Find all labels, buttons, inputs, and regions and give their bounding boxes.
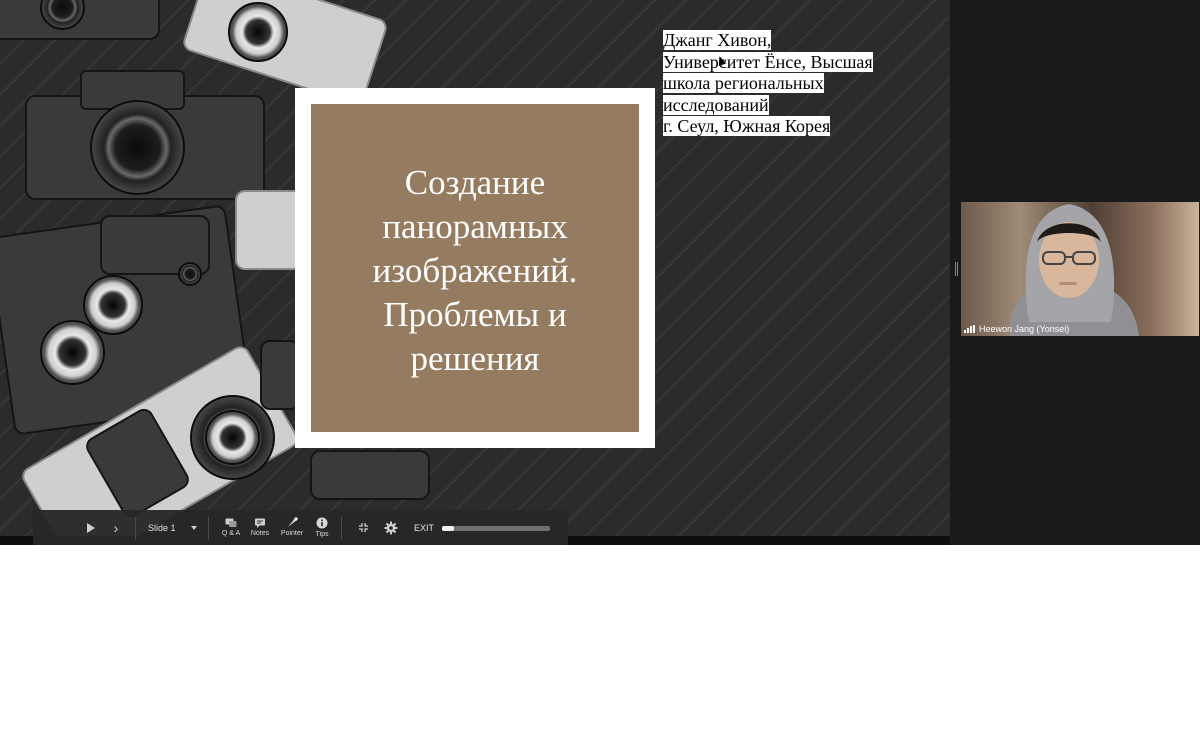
slide-title: Создание панорамных изображений. Проблем…: [372, 163, 578, 378]
tips-button[interactable]: Tips: [311, 510, 333, 545]
participant-name-badge: Heewon Jang (Yonsei): [961, 322, 1072, 336]
author-line: Джанг Хивон,: [663, 30, 772, 50]
notes-label: Notes: [250, 529, 270, 537]
author-line: исследований: [663, 94, 769, 115]
slide-title-frame: Создание панорамных изображений. Проблем…: [295, 88, 655, 448]
settings-button[interactable]: [381, 510, 401, 545]
slide-title-box: Создание панорамных изображений. Проблем…: [311, 104, 639, 432]
toolbar-divider: [208, 517, 209, 540]
next-icon: ›: [113, 519, 119, 536]
signal-icon: [964, 325, 975, 333]
play-icon: [87, 522, 95, 533]
exit-label: EXIT: [414, 522, 435, 533]
exit-fullscreen-icon: [358, 523, 368, 532]
next-slide-button[interactable]: ›: [107, 510, 125, 545]
slide-select-value: Slide 1: [148, 522, 176, 533]
author-line: Университет Ёнсе, Высшая: [663, 51, 873, 72]
notes-button[interactable]: Notes: [247, 510, 273, 545]
toolbar-divider: [341, 517, 342, 540]
qa-button[interactable]: Q & A: [219, 510, 243, 545]
author-info: Джанг Хивон, Университет Ёнсе, Высшая шк…: [663, 30, 903, 138]
notes-icon: [255, 518, 265, 528]
author-line: школа региональных: [663, 73, 824, 93]
qa-icon: [225, 518, 237, 527]
play-button[interactable]: [81, 510, 101, 545]
app-window: Создание панорамных изображений. Проблем…: [0, 0, 1200, 545]
pointer-label: Pointer: [280, 530, 304, 537]
pointer-icon: [288, 517, 298, 527]
participant-name: Heewon Jang (Yonsei): [979, 324, 1070, 334]
pane-resize-handle[interactable]: [955, 262, 958, 276]
tips-label: Tips: [315, 530, 329, 538]
dropdown-arrow-icon: [191, 526, 197, 530]
info-icon: [316, 517, 328, 528]
pointer-button[interactable]: Pointer: [277, 510, 307, 545]
participant-video-image: [1009, 204, 1139, 336]
author-line: г. Сеул, Южная Корея: [663, 116, 831, 136]
slide-progress-bar[interactable]: [442, 526, 550, 531]
exit-button[interactable]: EXIT: [414, 510, 434, 545]
exit-fullscreen-button[interactable]: [354, 510, 372, 545]
qa-label: Q & A: [221, 529, 241, 537]
presentation-slide[interactable]: Создание панорамных изображений. Проблем…: [0, 0, 950, 545]
settings-gear-icon: [384, 521, 398, 534]
presentation-toolbar: › Slide 1 Q & A Notes Pointer Tips EXIT: [33, 510, 568, 545]
toolbar-divider: [135, 517, 136, 540]
participant-video-tile[interactable]: [961, 202, 1199, 336]
slide-progress-fill: [442, 526, 454, 531]
